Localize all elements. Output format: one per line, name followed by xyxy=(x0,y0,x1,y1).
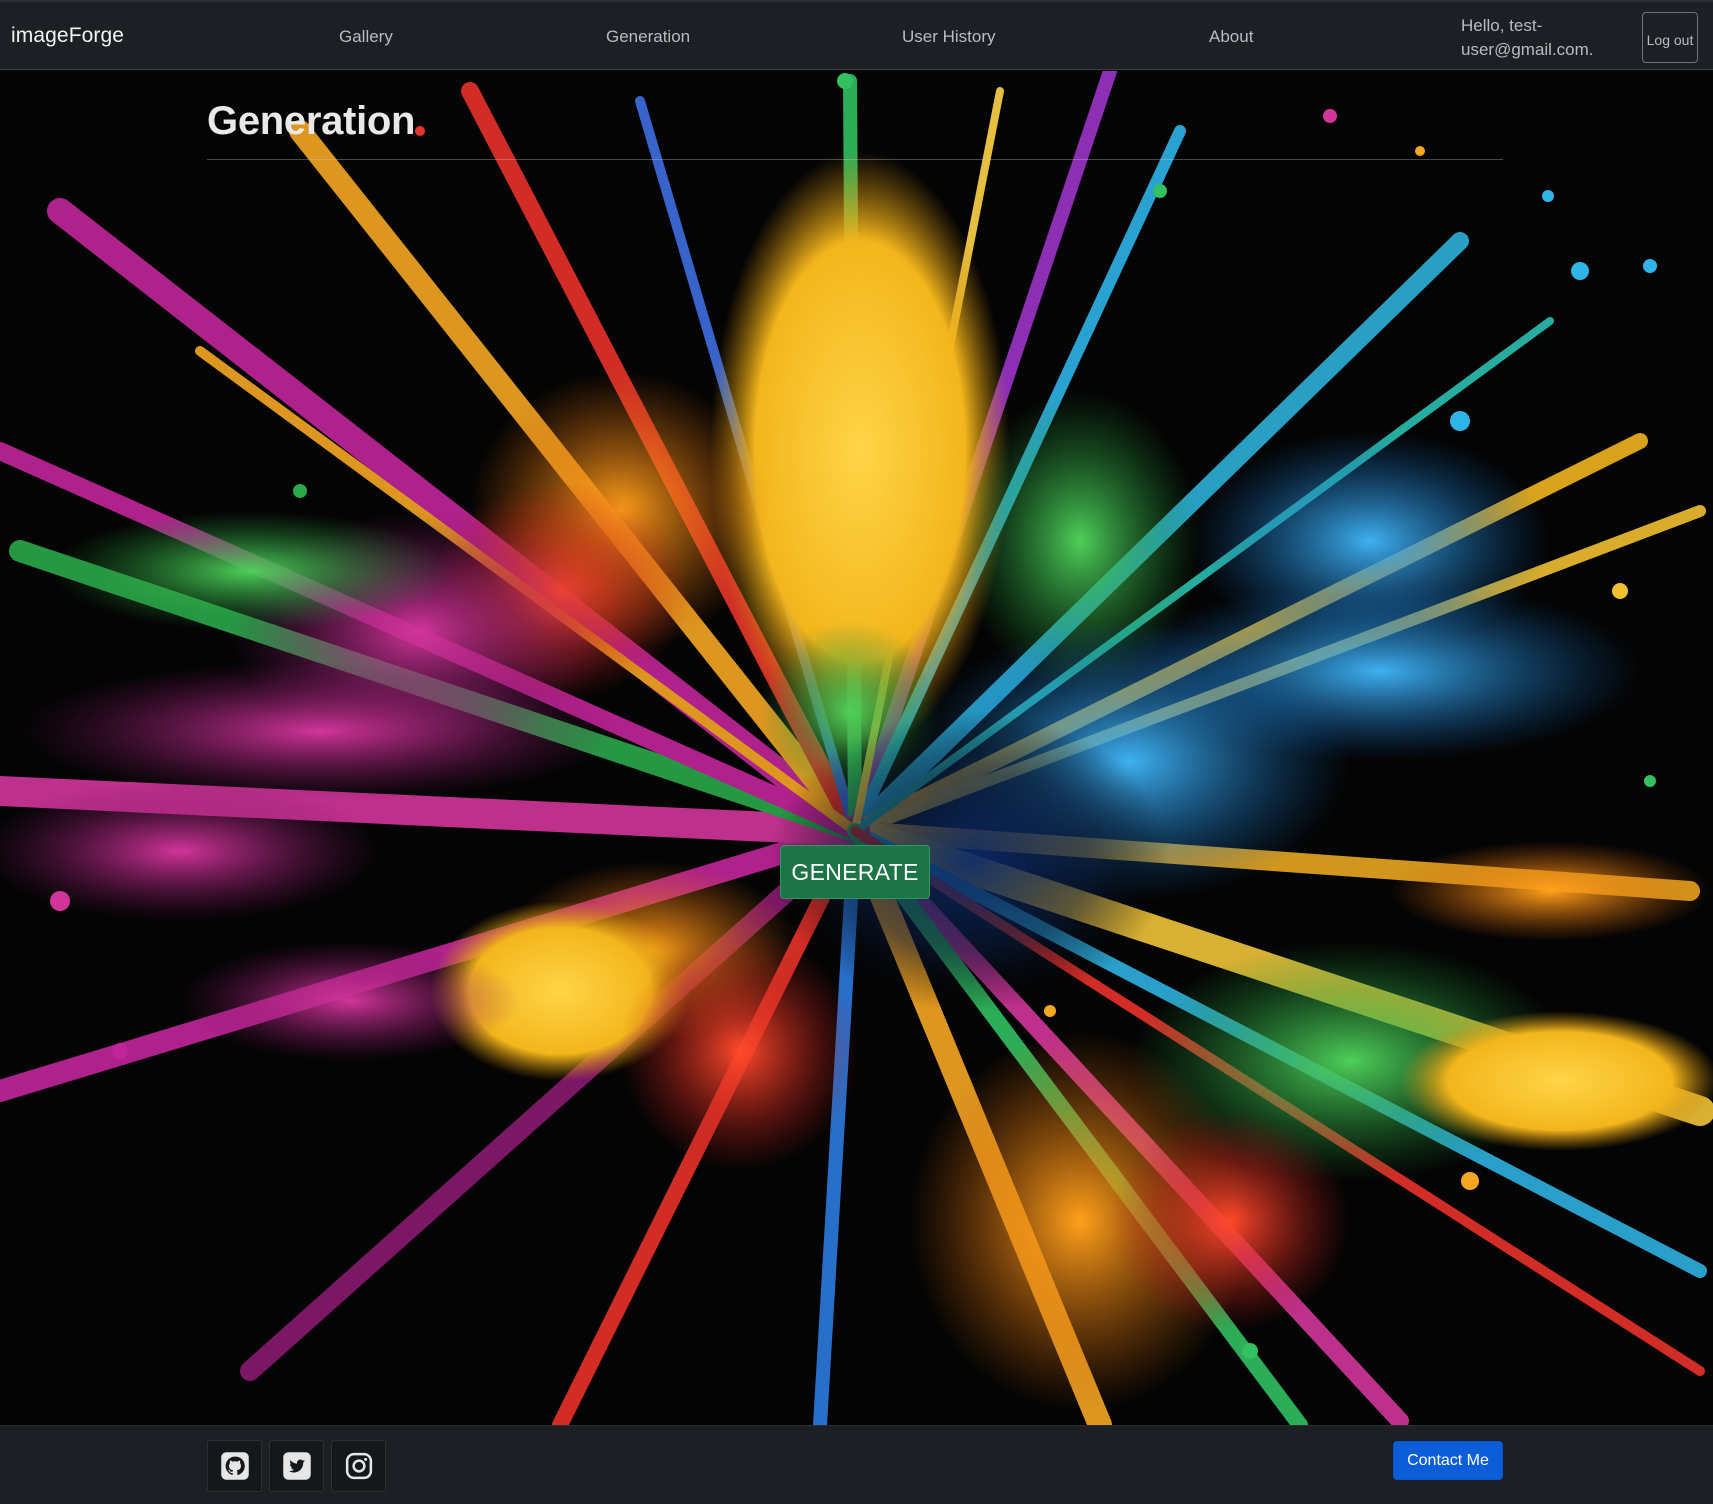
brand-logo[interactable]: imageForge xyxy=(11,24,124,48)
footer: Contact Me xyxy=(0,1425,1713,1504)
instagram-icon xyxy=(345,1452,372,1480)
github-link[interactable] xyxy=(207,1440,262,1492)
nav-link-generation[interactable]: Generation xyxy=(606,27,690,47)
title-divider xyxy=(207,159,1503,160)
twitter-link[interactable] xyxy=(269,1440,324,1492)
generate-button[interactable]: GENERATE xyxy=(780,845,930,899)
paint-explosion-background-image xyxy=(0,71,1713,1425)
user-greeting: Hello, test-user@gmail.com. xyxy=(1461,16,1594,59)
nav-link-user-history[interactable]: User History xyxy=(902,27,996,47)
nav-link-about[interactable]: About xyxy=(1209,27,1253,47)
github-icon xyxy=(220,1452,249,1480)
contact-me-button[interactable]: Contact Me xyxy=(1393,1441,1503,1480)
instagram-link[interactable] xyxy=(331,1440,386,1492)
nav-link-gallery[interactable]: Gallery xyxy=(339,27,393,47)
twitter-icon xyxy=(282,1452,311,1480)
generation-hero: Generation GENERATE xyxy=(0,71,1713,1425)
page-title: Generation xyxy=(207,99,416,143)
logout-button[interactable]: Log out xyxy=(1642,12,1698,63)
top-navbar: imageForge Gallery Generation User Histo… xyxy=(0,0,1713,70)
